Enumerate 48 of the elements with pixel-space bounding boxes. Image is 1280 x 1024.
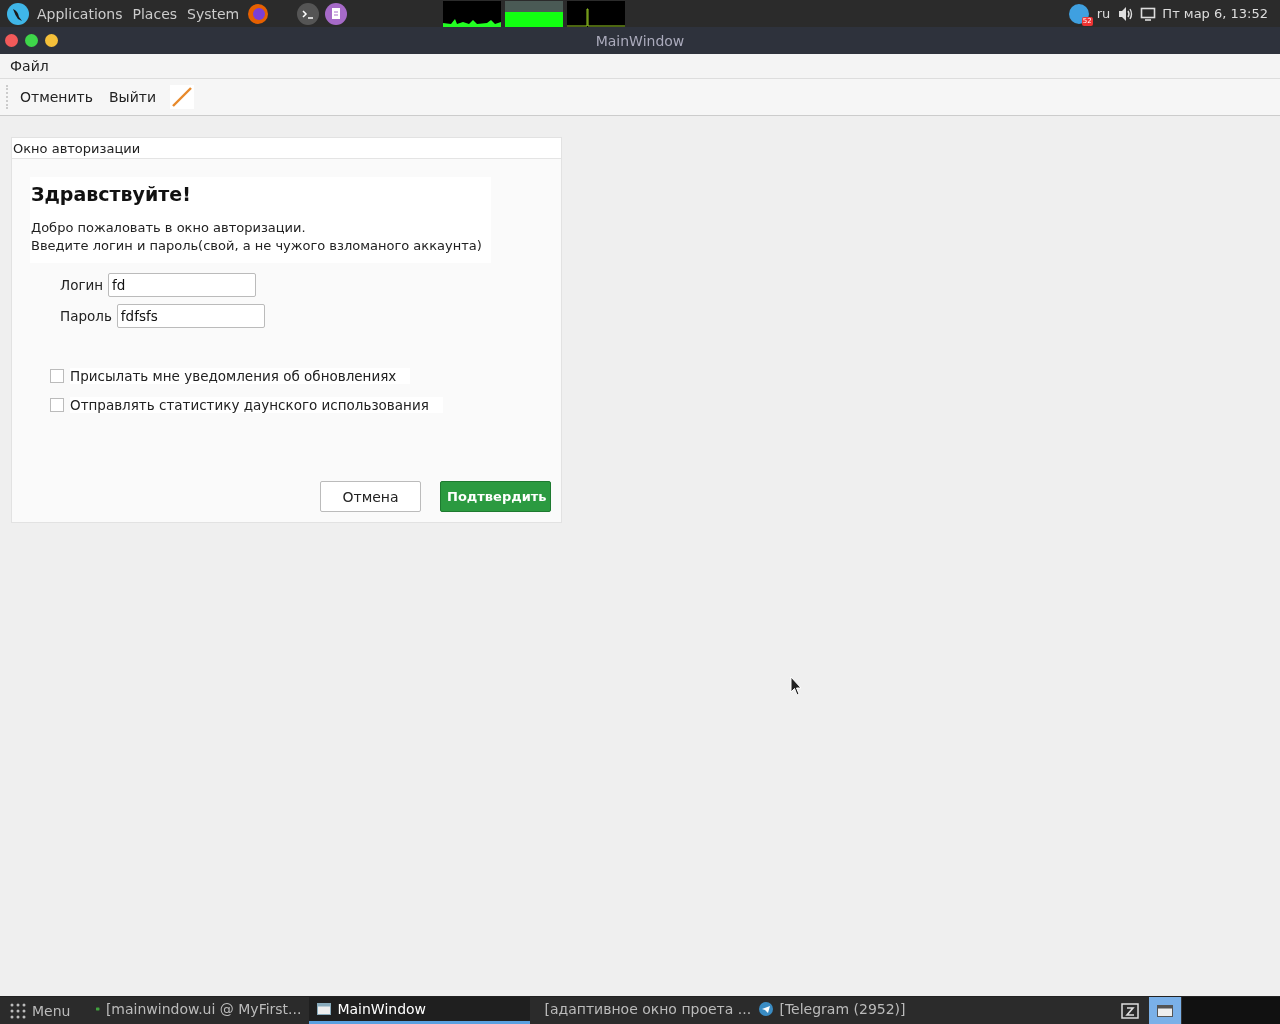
workspace-button[interactable]	[1149, 997, 1181, 1024]
line-icon[interactable]	[170, 85, 195, 109]
menu-item[interactable]: Файл	[4, 58, 55, 74]
description-text: Добро пожаловать в окно авторизации. Введите логин и пароль(свой, а не чужого взломаного аккаунта)	[31, 219, 483, 255]
checkbox[interactable]	[50, 369, 64, 383]
paper-plane-icon	[759, 1002, 774, 1016]
speaker-icon[interactable]	[1118, 5, 1135, 22]
close-button[interactable]	[5, 34, 18, 47]
taskbar-item[interactable]: [mainwindow.ui @ MyFirst...	[88, 997, 310, 1024]
field-label: Пароль	[60, 308, 112, 324]
memory-graph	[505, 0, 564, 27]
grid-icon	[10, 1002, 26, 1019]
input-field[interactable]: fd	[108, 273, 257, 297]
cpu-graph	[443, 0, 502, 27]
input-field[interactable]: fdfsfs	[116, 304, 265, 328]
document-icon[interactable]	[325, 2, 348, 25]
terminal-icon[interactable]	[297, 2, 320, 25]
toolbar-button[interactable]: Отменить	[14, 87, 99, 107]
menu-button[interactable]: Menu	[0, 997, 79, 1024]
monitor-icon[interactable]	[1140, 5, 1157, 22]
group-box-title: Окно авторизации	[12, 138, 561, 159]
toolbar-grip[interactable]	[6, 85, 10, 109]
panel-menu[interactable]: Places	[132, 5, 178, 22]
checkbox-label: Отправлять статистику даунского использования	[70, 397, 443, 413]
globe-icon[interactable]	[247, 2, 270, 25]
clock[interactable]: Пт мар 6, 13:52	[1162, 6, 1268, 21]
panel-menu[interactable]: System	[187, 5, 240, 22]
maximize-button[interactable]	[25, 34, 38, 47]
network-graph	[567, 0, 626, 27]
mouse-cursor-icon	[790, 676, 802, 696]
toolbar-button[interactable]: Выйти	[103, 87, 163, 107]
sleep-icon[interactable]	[1121, 1001, 1141, 1020]
taskbar-item[interactable]: [адаптивное окно проета ...	[530, 997, 752, 1024]
taskbar-item[interactable]: MainWindow	[309, 997, 531, 1024]
checkbox-label: Присылать мне уведомления об обновлениях	[70, 368, 411, 384]
window-title: MainWindow	[595, 32, 685, 49]
keyboard-layout[interactable]: ru	[1096, 6, 1111, 21]
window-icon	[317, 1003, 332, 1015]
confirm-button[interactable]: Подтвердить	[440, 481, 551, 512]
field-label: Логин	[60, 277, 104, 293]
taskbar-item[interactable]: [Telegram (2952)]	[751, 997, 973, 1024]
minimize-button[interactable]	[45, 34, 58, 47]
cancel-button[interactable]: Отмена	[320, 481, 421, 512]
greeting-heading: Здравствуйте!	[31, 183, 192, 205]
window-icon	[1157, 1004, 1173, 1017]
panel-menu[interactable]: Applications	[37, 5, 123, 22]
bird-logo-icon[interactable]	[7, 2, 29, 25]
checkbox[interactable]	[50, 398, 64, 412]
